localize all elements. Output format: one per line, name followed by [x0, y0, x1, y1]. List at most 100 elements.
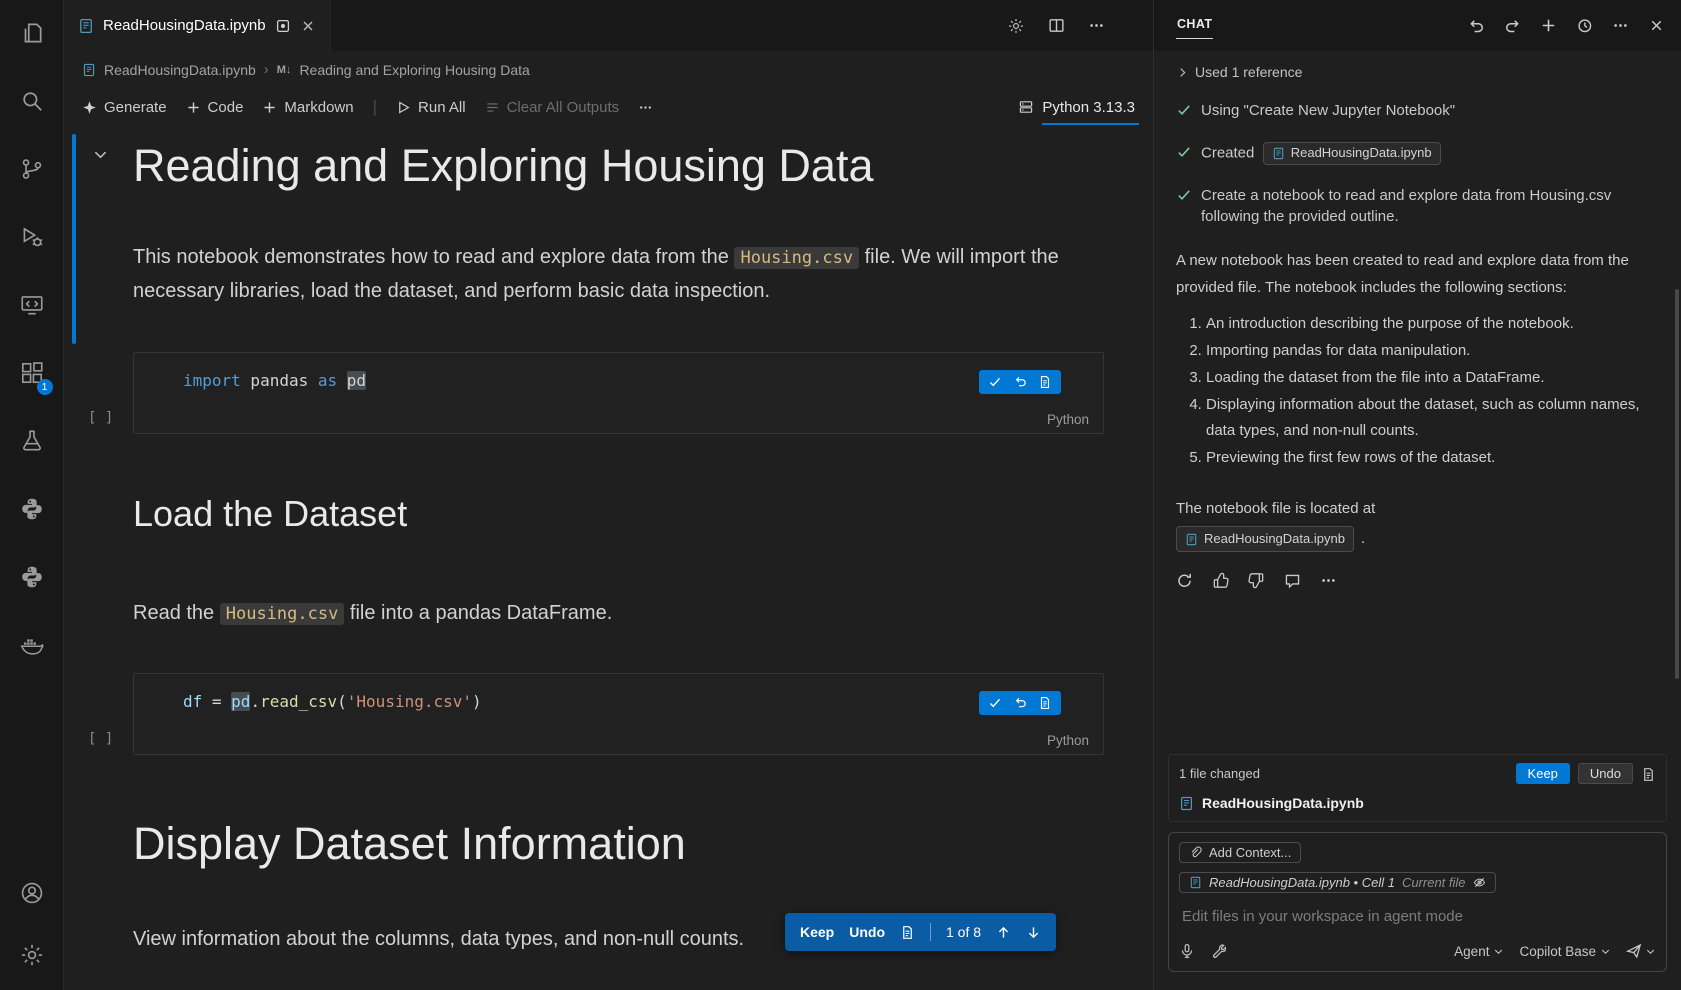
close-icon[interactable]: [1648, 17, 1665, 34]
rerun-icon[interactable]: [1176, 572, 1193, 589]
chat-bottom-section: 1 file changed Keep Undo ReadHousingData…: [1154, 754, 1681, 990]
collapse-cell-chevron[interactable]: [92, 146, 109, 164]
send-button[interactable]: [1626, 943, 1656, 959]
check-icon: [1176, 102, 1192, 118]
chat-input-placeholder[interactable]: Edit files in your workspace in agent mo…: [1182, 908, 1653, 925]
redo-edit-icon[interactable]: [1504, 17, 1521, 34]
tab-title: ReadHousingData.ipynb: [103, 17, 266, 34]
keep-all-button[interactable]: Keep: [1516, 763, 1570, 784]
toolbar-more-button[interactable]: [638, 100, 653, 115]
chat-conversation: Used 1 reference Using "Create New Jupyt…: [1154, 51, 1681, 754]
code-editor[interactable]: df = pd.read_csv('Housing.csv'): [134, 674, 1103, 726]
mic-icon[interactable]: [1179, 943, 1195, 959]
notebook-content: Reading and Exploring Housing Data This …: [133, 126, 1104, 956]
keep-button[interactable]: Keep: [800, 924, 834, 940]
cell-language-picker[interactable]: Python: [1047, 412, 1089, 427]
sidebar-item-extensions[interactable]: 1: [8, 350, 56, 396]
chat-history-icon[interactable]: [1576, 17, 1593, 34]
check-icon: [1176, 187, 1192, 203]
change-position: 1 of 8: [946, 924, 981, 940]
cell-language-picker[interactable]: Python: [1047, 733, 1089, 748]
changed-file-row[interactable]: ReadHousingData.ipynb: [1179, 795, 1656, 811]
sidebar-item-search[interactable]: [8, 78, 56, 124]
sidebar-item-docker[interactable]: [8, 622, 56, 668]
file-location-note: The notebook file is located at ReadHous…: [1176, 496, 1661, 553]
undo-button[interactable]: Undo: [849, 924, 885, 940]
files-icon: [19, 20, 45, 46]
cell-diff-icon[interactable]: [1038, 375, 1052, 389]
notebook-file-icon: [82, 63, 96, 77]
split-editor-icon[interactable]: [1048, 17, 1065, 34]
notebook-sections-list: An introduction describing the purpose o…: [1176, 311, 1661, 471]
clear-all-outputs-button[interactable]: Clear All Outputs: [485, 99, 620, 116]
sidebar-item-python-environments[interactable]: [8, 554, 56, 600]
mode-picker[interactable]: Agent: [1454, 944, 1504, 959]
undo-all-button[interactable]: Undo: [1578, 763, 1633, 784]
more-actions-icon[interactable]: [1612, 17, 1629, 34]
next-change-icon[interactable]: [1026, 925, 1041, 940]
sidebar-item-remote-explorer[interactable]: [8, 282, 56, 328]
thumbs-up-icon[interactable]: [1212, 572, 1229, 589]
chevron-down-icon: [1645, 946, 1656, 957]
list-item: An introduction describing the purpose o…: [1206, 311, 1661, 338]
new-chat-icon[interactable]: [1540, 17, 1557, 34]
clear-outputs-icon: [485, 100, 500, 115]
modified-indicator-icon[interactable]: [275, 18, 291, 34]
accounts-button[interactable]: [8, 870, 56, 916]
manage-button[interactable]: [8, 932, 56, 978]
chat-step-task: Create a notebook to read and explore da…: [1176, 185, 1661, 229]
kernel-picker[interactable]: Python 3.13.3: [1018, 99, 1135, 116]
breadcrumb-section[interactable]: Reading and Exploring Housing Data: [299, 62, 529, 78]
eye-off-icon[interactable]: [1473, 876, 1486, 889]
settings-gear-icon[interactable]: [1007, 17, 1025, 35]
sidebar-item-explorer[interactable]: [8, 10, 56, 56]
tab-readhousingdata[interactable]: ReadHousingData.ipynb: [64, 0, 331, 51]
notebook-toolbar: Generate Code Markdown | Run All Clear A…: [64, 88, 1153, 126]
thumbs-down-icon[interactable]: [1248, 572, 1265, 589]
used-references-toggle[interactable]: Used 1 reference: [1176, 64, 1661, 80]
tab-chat[interactable]: CHAT: [1176, 12, 1213, 39]
report-issue-icon[interactable]: [1284, 572, 1301, 589]
breadcrumb-separator: ›: [264, 61, 269, 78]
notebook-file-icon: [1179, 796, 1194, 811]
chevron-down-icon: [1600, 946, 1611, 957]
more-icon[interactable]: [1320, 572, 1337, 589]
cell-keep-icon[interactable]: [988, 696, 1002, 710]
python-env-icon: [19, 564, 45, 590]
undo-edit-icon[interactable]: [1468, 17, 1485, 34]
execution-count: [ ]: [88, 731, 113, 747]
file-chip[interactable]: ReadHousingData.ipynb: [1263, 142, 1441, 165]
more-actions-icon[interactable]: [1088, 17, 1105, 34]
activity-bar: 1: [0, 0, 64, 990]
sidebar-item-run-debug[interactable]: [8, 214, 56, 260]
run-all-button[interactable]: Run All: [396, 99, 466, 116]
send-icon: [1626, 943, 1642, 959]
sidebar-item-source-control[interactable]: [8, 146, 56, 192]
cell-undo-icon[interactable]: [1013, 375, 1027, 389]
attachment-chip[interactable]: ReadHousingData.ipynb • Cell 1 Current f…: [1179, 872, 1496, 893]
add-markdown-cell-button[interactable]: Markdown: [262, 99, 353, 116]
scrollbar[interactable]: [1675, 289, 1679, 679]
cell-diff-icon[interactable]: [1038, 696, 1052, 710]
changed-files-widget: 1 file changed Keep Undo ReadHousingData…: [1168, 754, 1667, 822]
add-code-cell-button[interactable]: Code: [186, 99, 244, 116]
markdown-heading-1: Reading and Exploring Housing Data: [133, 139, 1104, 193]
cell-undo-icon[interactable]: [1013, 696, 1027, 710]
file-chip[interactable]: ReadHousingData.ipynb: [1176, 526, 1354, 552]
sidebar-item-testing[interactable]: [8, 418, 56, 464]
close-icon[interactable]: [300, 18, 316, 34]
breadcrumb-file[interactable]: ReadHousingData.ipynb: [104, 62, 256, 78]
add-context-button[interactable]: Add Context...: [1179, 842, 1301, 863]
tools-icon[interactable]: [1210, 943, 1226, 959]
view-changes-icon[interactable]: [1641, 765, 1656, 781]
sidebar-item-python[interactable]: [8, 486, 56, 532]
code-editor[interactable]: import pandas as pd: [134, 353, 1103, 405]
generate-button[interactable]: Generate: [82, 99, 167, 116]
model-picker[interactable]: Copilot Base: [1519, 944, 1611, 959]
cell-keep-icon[interactable]: [988, 375, 1002, 389]
chat-input[interactable]: Add Context... ReadHousingData.ipynb • C…: [1168, 832, 1667, 972]
open-diff-icon[interactable]: [900, 925, 915, 940]
previous-change-icon[interactable]: [996, 925, 1011, 940]
code-cell-readcsv: [ ] df = pd.read_csv('Housing.csv') Pyth…: [133, 673, 1104, 755]
play-icon: [396, 100, 411, 115]
